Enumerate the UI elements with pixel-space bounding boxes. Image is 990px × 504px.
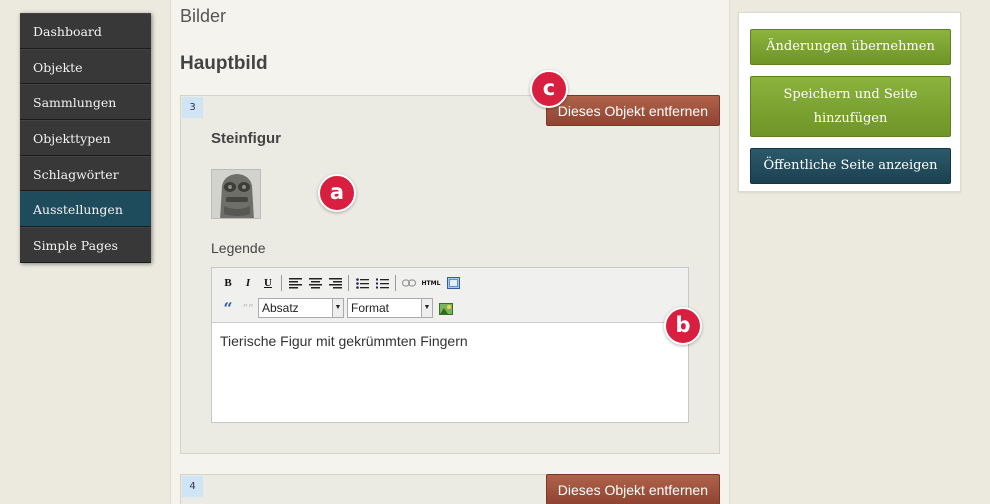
link-icon[interactable] — [399, 274, 419, 292]
cite-quote-icon[interactable]: “” — [238, 299, 258, 317]
view-public-page-button[interactable]: Öffentliche Seite anzeigen — [750, 148, 951, 184]
nav-item-simple-pages[interactable]: Simple Pages — [20, 227, 151, 263]
editor-toolbar: B I U HTML “ “” Absatz ▼ Format ▼ — [212, 268, 688, 323]
chevron-down-icon: ▼ — [332, 299, 343, 317]
annotation-marker-a: a — [318, 174, 356, 212]
apply-changes-button[interactable]: Änderungen übernehmen — [750, 29, 951, 65]
nav-item-objekte[interactable]: Objekte — [20, 48, 151, 85]
block-number: 3 — [182, 97, 203, 118]
caption-label: Legende — [211, 240, 266, 256]
chevron-down-icon: ▼ — [421, 299, 432, 317]
remove-item-button[interactable]: Dieses Objekt entfernen — [545, 474, 720, 504]
actions-panel: Änderungen übernehmen Speichern und Seit… — [738, 12, 961, 192]
nav-item-schlagwoerter[interactable]: Schlagwörter — [20, 155, 151, 192]
fullscreen-icon[interactable] — [443, 274, 463, 292]
blockquote-icon[interactable]: “ — [218, 299, 238, 318]
numbered-list-icon[interactable] — [372, 274, 392, 292]
toolbar-separator — [348, 275, 349, 291]
annotation-marker-c: c — [530, 70, 568, 108]
annotation-marker-b: b — [664, 307, 702, 345]
align-left-icon[interactable] — [285, 274, 305, 292]
remove-item-button[interactable]: Dieses Objekt entfernen — [545, 95, 720, 126]
item-block: 3 Dieses Objekt entfernen Steinfigur Leg… — [180, 95, 720, 454]
save-and-add-page-button[interactable]: Speichern und Seite hinzufügen — [750, 76, 951, 137]
item-title[interactable]: Steinfigur — [211, 130, 281, 147]
item-thumbnail[interactable] — [211, 169, 261, 219]
paragraph-select[interactable]: Absatz ▼ — [258, 298, 344, 318]
underline-button[interactable]: U — [258, 274, 278, 292]
section-title: Bilder — [180, 6, 227, 26]
nav-item-dashboard[interactable]: Dashboard — [20, 13, 151, 49]
block-number: 4 — [182, 476, 203, 497]
toolbar-separator — [395, 275, 396, 291]
bold-button[interactable]: B — [218, 274, 238, 292]
align-center-icon[interactable] — [305, 274, 325, 292]
nav-item-ausstellungen[interactable]: Ausstellungen — [20, 191, 151, 228]
nav-item-objekttypen[interactable]: Objekttypen — [20, 120, 151, 156]
nav-item-sammlungen[interactable]: Sammlungen — [20, 84, 151, 121]
caption-rich-text-editor: B I U HTML “ “” Absatz ▼ Format ▼ Tieris… — [211, 267, 689, 423]
admin-sidebar-nav: Dashboard Objekte Sammlungen Objekttypen… — [20, 13, 151, 263]
insert-image-icon[interactable] — [436, 299, 456, 317]
toolbar-separator — [281, 275, 282, 291]
format-select-value: Format — [351, 301, 390, 315]
align-right-icon[interactable] — [325, 274, 345, 292]
subsection-title: Hauptbild — [180, 53, 268, 74]
format-select[interactable]: Format ▼ — [347, 298, 433, 318]
bullet-list-icon[interactable] — [352, 274, 372, 292]
caption-text-area[interactable]: Tierische Figur mit gekrümmten Fingern — [212, 323, 688, 359]
stone-figure-image — [212, 170, 260, 218]
item-block: 4 Dieses Objekt entfernen — [180, 474, 720, 504]
paragraph-select-value: Absatz — [262, 301, 299, 315]
html-source-button[interactable]: HTML — [419, 274, 443, 292]
italic-button[interactable]: I — [238, 274, 258, 292]
